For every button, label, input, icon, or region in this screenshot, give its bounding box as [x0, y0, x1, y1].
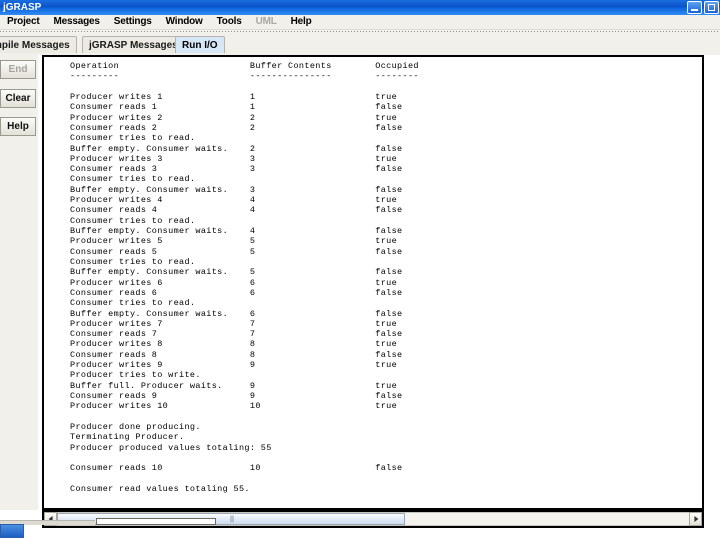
- tab-label-run-io: Run I/O: [182, 40, 218, 51]
- run-io-button-column: End Clear Help: [0, 55, 38, 510]
- taskbar-start-fragment[interactable]: [0, 524, 24, 538]
- menu-label-messages: Messages: [53, 16, 100, 27]
- tab-label-compile-messages: mpile Messages: [0, 40, 70, 51]
- menu-item-tools[interactable]: Tools: [210, 15, 249, 29]
- title-bar: jGRASP: [0, 0, 720, 15]
- taskbar-window-fragment: [96, 518, 216, 525]
- clear-button[interactable]: Clear: [0, 89, 36, 108]
- console-output-text: Operation Buffer Contents Occupied -----…: [70, 61, 419, 494]
- desktop-background: [0, 528, 720, 540]
- scroll-right-arrow-icon[interactable]: [689, 512, 702, 526]
- window-title: jGRASP: [3, 2, 42, 13]
- tab-label-jgrasp-messages: jGRASP Messages: [89, 40, 178, 51]
- run-io-console[interactable]: Operation Buffer Contents Occupied -----…: [44, 57, 702, 508]
- tab-strip: mpile Messages jGRASP Messages Run I/O: [0, 33, 720, 55]
- menu-item-project[interactable]: Project: [0, 15, 47, 29]
- help-button[interactable]: Help: [0, 117, 36, 136]
- menu-item-window[interactable]: Window: [159, 15, 210, 29]
- minimize-button[interactable]: [687, 0, 702, 14]
- menu-item-help[interactable]: Help: [284, 15, 319, 29]
- menu-item-messages[interactable]: Messages: [47, 15, 107, 29]
- window-controls: [687, 0, 719, 14]
- menu-item-settings[interactable]: Settings: [107, 15, 159, 29]
- menu-label-help: Help: [290, 16, 312, 27]
- maximize-button[interactable]: [704, 0, 719, 14]
- menu-label-uml: UML: [255, 16, 277, 27]
- menu-item-uml: UML: [249, 15, 284, 29]
- end-button-label: End: [8, 64, 28, 75]
- clear-button-label: Clear: [5, 93, 31, 104]
- menu-label-window: Window: [165, 16, 203, 27]
- menu-label-tools: Tools: [216, 16, 242, 27]
- end-button: End: [0, 60, 36, 79]
- menu-label-settings: Settings: [113, 16, 152, 27]
- menu-bar: Project Messages Settings Window Tools U…: [0, 15, 720, 30]
- help-button-label: Help: [7, 121, 29, 132]
- menu-label-project: Project: [7, 16, 40, 27]
- jgrasp-window: jGRASP Project Messages Settings Window …: [0, 0, 720, 540]
- run-io-console-frame: Operation Buffer Contents Occupied -----…: [42, 55, 704, 510]
